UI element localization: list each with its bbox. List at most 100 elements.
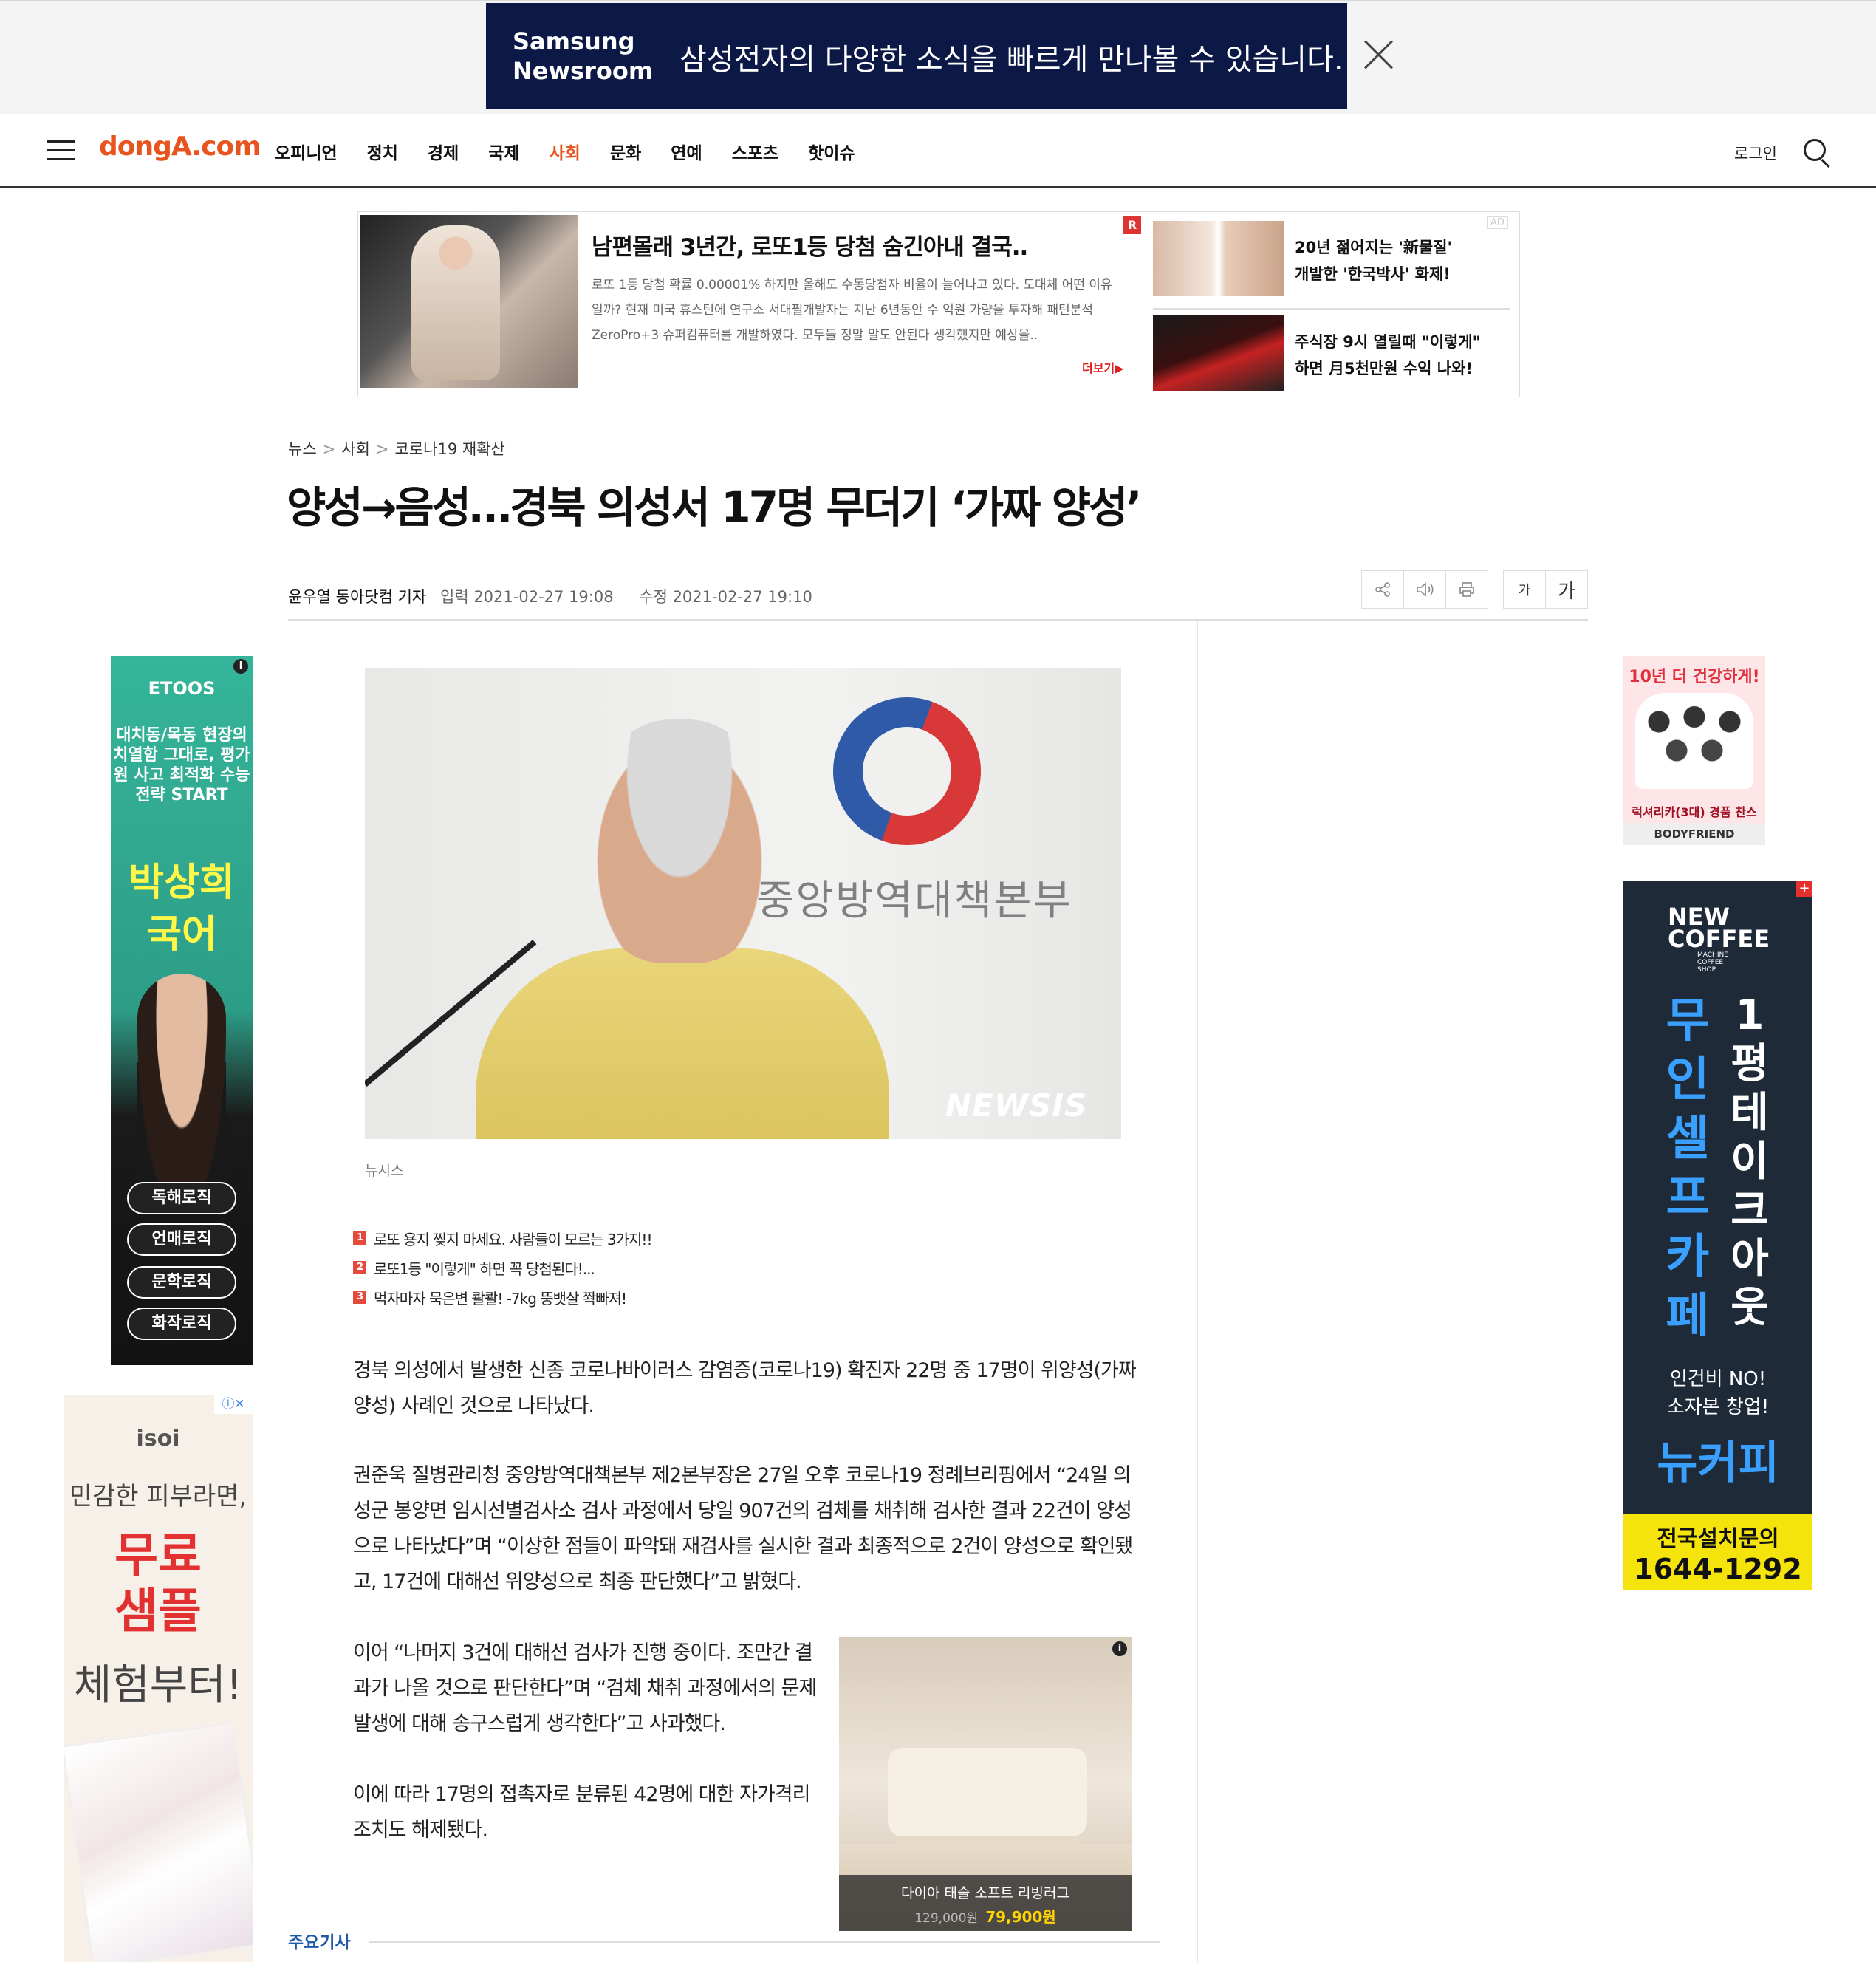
etoos-teacher-photo bbox=[137, 974, 226, 1210]
ad-side-text: 20년 젊어지는 '新물질' 개발한 '한국박사' 화제! bbox=[1295, 234, 1452, 287]
site-logo[interactable]: dongA.com bbox=[99, 131, 261, 162]
newcoffee-ad[interactable]: NEW COFFEE MACHINE COFFEE SHOP 무 인 셀 프 카… bbox=[1623, 881, 1812, 1590]
ad-side-thumb bbox=[1153, 221, 1284, 296]
promo-brand-line2: Newsroom bbox=[513, 57, 654, 85]
etoos-name: 박상희 국어 bbox=[111, 857, 253, 960]
related-text: 먹자마자 묵은변 콸콸! -7kg 뚱뱃살 쫙빠져! bbox=[374, 1289, 627, 1308]
nav-item-opinion[interactable]: 오피니언 bbox=[275, 139, 338, 164]
rug-product-bar: 다이아 태슬 소프트 리빙러그 129,000원 79,900원 bbox=[839, 1875, 1132, 1931]
rug-new-price: 79,900원 bbox=[985, 1908, 1056, 1926]
ad-side-line2: 개발한 '한국박사' 화제! bbox=[1295, 265, 1451, 283]
isoi-ad[interactable]: isoi 민감한 피부라면, 무료 샘플 체험부터! ⓘ✕ bbox=[64, 1395, 253, 1962]
article-paragraph: 이에 따라 17명의 접촉자로 분류된 42명에 대한 자가격리 조치도 해제됐… bbox=[353, 1783, 810, 1842]
ad-side-text: 주식장 9시 열릴때 "이렇게" 하면 月5천만원 수익 나와! bbox=[1295, 329, 1481, 382]
main-navbar: dongA.com 오피니언 정치 경제 국제 사회 문화 연예 스포츠 핫이슈… bbox=[0, 114, 1876, 188]
rug-ad[interactable]: i 다이아 태슬 소프트 리빙러그 129,000원 79,900원 bbox=[839, 1637, 1132, 1931]
ad-choices-close[interactable]: ⓘ✕ bbox=[214, 1395, 253, 1414]
related-link[interactable]: 2 로또1등 "이렇게" 하면 꼭 당첨된다!... bbox=[353, 1253, 651, 1282]
article-byline[interactable]: 윤우열 동아닷컴 기자 bbox=[288, 585, 426, 607]
nav-item-sports[interactable]: 스포츠 bbox=[732, 139, 778, 164]
related-link[interactable]: 1 로또 용지 찢지 마세요. 사람들이 모르는 3가지!! bbox=[353, 1223, 652, 1253]
newcoffee-brand: NEW COFFEE bbox=[1668, 905, 1770, 953]
etoos-pill[interactable]: 독해로직 bbox=[127, 1182, 236, 1214]
photo-subject-head bbox=[583, 719, 776, 963]
promo-text: 삼성전자의 다양한 소식을 빠르게 만나볼 수 있습니다. bbox=[679, 43, 1343, 77]
article-paragraph: 이어 “나머지 3건에 대해선 검사가 진행 중이다. 조만간 결과가 나올 것… bbox=[353, 1641, 817, 1735]
nav-item-society[interactable]: 사회 bbox=[550, 139, 581, 164]
ad-info-icon[interactable]: i bbox=[1112, 1641, 1127, 1656]
newcoffee-logo: 뉴커피 bbox=[1657, 1438, 1779, 1489]
close-icon[interactable] bbox=[1363, 38, 1393, 71]
isoi-line3: 체험부터! bbox=[73, 1661, 243, 1709]
print-icon[interactable] bbox=[1445, 570, 1488, 609]
newcoffee-sub: MACHINE COFFEE SHOP bbox=[1697, 951, 1728, 974]
login-link[interactable]: 로그인 bbox=[1734, 142, 1777, 164]
ad-info-icon[interactable]: i bbox=[233, 659, 248, 674]
related-number: 1 bbox=[353, 1231, 366, 1245]
share-icon[interactable] bbox=[1361, 570, 1404, 609]
nav-item-international[interactable]: 국제 bbox=[488, 139, 519, 164]
font-smaller-button[interactable]: 가 bbox=[1503, 570, 1546, 609]
breadcrumb-item[interactable]: 코로나19 재확산 bbox=[395, 440, 505, 458]
article-photo[interactable]: 중앙방역대책본부 NEWSIS bbox=[365, 668, 1121, 1139]
article-paragraph: 권준욱 질병관리청 중앙방역대책본부 제2본부장은 27일 오후 코로나19 정… bbox=[353, 1464, 1133, 1593]
ad-main-image[interactable] bbox=[360, 215, 578, 388]
related-text: 로또 용지 찢지 마세요. 사람들이 모르는 3가지!! bbox=[374, 1230, 652, 1248]
bodyfriend-ad[interactable]: 10년 더 건강하게! 럭셔리카(3대) 경품 찬스 BODYFRIEND bbox=[1623, 656, 1765, 845]
etoos-pill[interactable]: 화작로직 bbox=[127, 1308, 236, 1340]
speaker-icon[interactable] bbox=[1403, 570, 1446, 609]
newcoffee-col1: 무 인 셀 프 카 페 bbox=[1662, 991, 1714, 1346]
isoi-product-image bbox=[64, 1723, 253, 1962]
breadcrumb-item[interactable]: 뉴스 bbox=[288, 440, 317, 458]
etoos-brand: ETOOS bbox=[148, 678, 216, 699]
isoi-line2a: 무료 bbox=[114, 1528, 202, 1583]
nav-item-culture[interactable]: 문화 bbox=[610, 139, 641, 164]
etoos-name-line2: 국어 bbox=[146, 912, 217, 957]
bodyfriend-brand: BODYFRIEND bbox=[1623, 823, 1765, 845]
ad-main-body[interactable]: 로또 1등 당첨 확률 0.00001% 하지만 올해도 수동당첨자 비율이 늘… bbox=[592, 273, 1123, 348]
newcoffee-char: 테 bbox=[1730, 1089, 1769, 1137]
breadcrumb: 뉴스 > 사회 > 코로나19 재확산 bbox=[288, 437, 505, 459]
ad-r-badge: R bbox=[1123, 216, 1141, 234]
related-number: 2 bbox=[353, 1261, 366, 1274]
etoos-copy: 대치동/목동 현장의 치열함 그대로, 평가원 사고 최적화 수능 전략 STA… bbox=[113, 726, 250, 804]
ad-expand-icon[interactable]: + bbox=[1796, 881, 1812, 897]
ad-main-title[interactable]: 남편몰래 3년간, 로또1등 당첨 숨긴아내 결국.. bbox=[592, 228, 1028, 262]
rug-product-name: 다이아 태슬 소프트 리빙러그 bbox=[901, 1885, 1069, 1901]
breadcrumb-item[interactable]: 사회 bbox=[341, 440, 370, 458]
related-number: 3 bbox=[353, 1291, 366, 1304]
article-paragraph: 경북 의성에서 발생한 신종 코로나바이러스 감염증(코로나19) 확진자 22… bbox=[353, 1359, 1137, 1418]
promo-brand-line1: Samsung bbox=[513, 27, 635, 55]
nav-item-politics[interactable]: 정치 bbox=[367, 139, 398, 164]
etoos-pill[interactable]: 문학로직 bbox=[127, 1266, 236, 1299]
ad-more-link[interactable]: 더보기▶ bbox=[1082, 358, 1123, 376]
samsung-newsroom-banner[interactable]: Samsung Newsroom 삼성전자의 다양한 소식을 빠르게 만나볼 수… bbox=[486, 3, 1347, 109]
nav-item-hot-issue[interactable]: 핫이슈 bbox=[808, 139, 855, 164]
newcoffee-copy: 인건비 NO! 소자본 창업! bbox=[1623, 1365, 1812, 1421]
nav-item-economy[interactable]: 경제 bbox=[428, 139, 459, 164]
newcoffee-cta[interactable]: 전국설치문의 1644-1292 bbox=[1623, 1514, 1812, 1590]
header-divider bbox=[288, 619, 1588, 621]
newcoffee-line2: 소자본 창업! bbox=[1666, 1396, 1770, 1418]
isoi-free-sample: 무료 샘플 bbox=[64, 1528, 253, 1640]
related-links: 1 로또 용지 찢지 마세요. 사람들이 모르는 3가지!! 2 로또1등 "이… bbox=[353, 1223, 652, 1312]
newcoffee-brand-line2: COFFEE bbox=[1668, 925, 1770, 953]
etoos-pill[interactable]: 언매로직 bbox=[127, 1223, 236, 1256]
search-icon[interactable] bbox=[1802, 137, 1835, 170]
bodyfriend-caption: 럭셔리카(3대) 경품 찬스 bbox=[1632, 805, 1757, 819]
photo-subject-jacket bbox=[476, 948, 889, 1139]
font-larger-button[interactable]: 가 bbox=[1545, 570, 1588, 609]
article-dates: 입력 2021-02-27 19:08 수정 2021-02-27 19:10 bbox=[440, 585, 833, 607]
newcoffee-char: 크 bbox=[1730, 1186, 1769, 1234]
etoos-ad[interactable]: ETOOS 대치동/목동 현장의 치열함 그대로, 평가원 사고 최적화 수능 … bbox=[111, 656, 253, 1365]
newcoffee-char: 무 bbox=[1666, 994, 1710, 1048]
newcoffee-char: 평 bbox=[1730, 1040, 1769, 1088]
ad-side-item[interactable]: 주식장 9시 열릴때 "이렇게" 하면 月5천만원 수익 나와! bbox=[1153, 308, 1510, 391]
menu-icon[interactable] bbox=[47, 140, 75, 161]
related-link[interactable]: 3 먹자마자 묵은변 콸콸! -7kg 뚱뱃살 쫙빠져! bbox=[353, 1282, 651, 1312]
newcoffee-char: 프 bbox=[1666, 1171, 1710, 1226]
main-articles-label[interactable]: 주요기사 bbox=[288, 1928, 351, 1953]
article-tools: 가 가 bbox=[1361, 570, 1588, 609]
nav-item-entertainment[interactable]: 연예 bbox=[671, 139, 702, 164]
ad-side-item[interactable]: 20년 젊어지는 '新물질' 개발한 '한국박사' 화제! bbox=[1153, 221, 1510, 299]
